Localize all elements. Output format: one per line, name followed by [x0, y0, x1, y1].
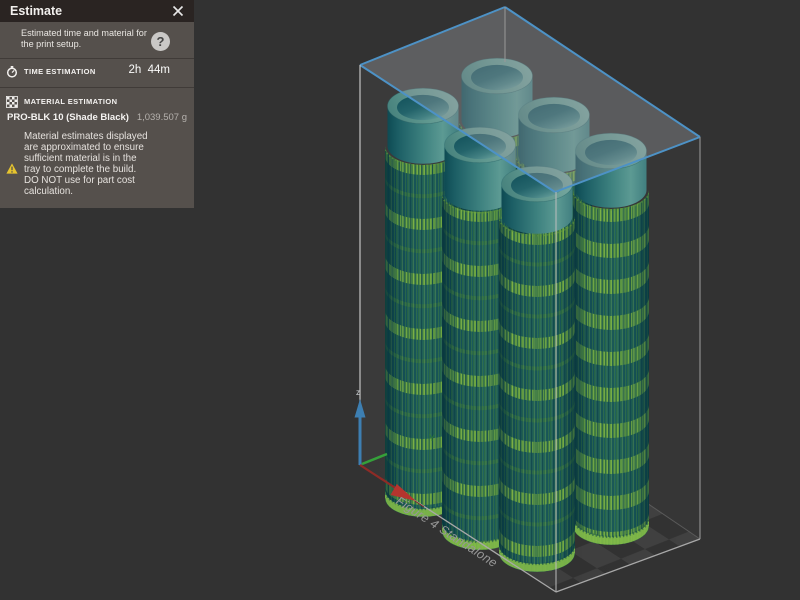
svg-text:z: z [356, 388, 360, 397]
svg-text:Y: Y [429, 433, 435, 443]
